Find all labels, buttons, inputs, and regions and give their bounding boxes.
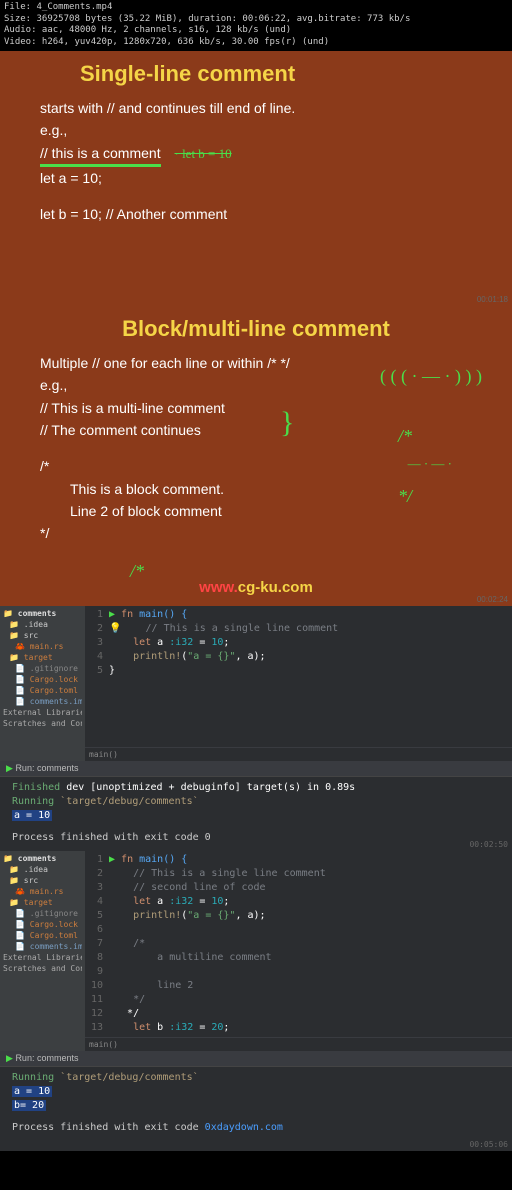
slide1-content: starts with // and continues till end of… bbox=[20, 97, 492, 226]
folder-idea-2[interactable]: 📁 .idea bbox=[3, 864, 82, 875]
folder-target[interactable]: 📁 target bbox=[3, 652, 82, 663]
scribble-bracket: } bbox=[280, 406, 294, 440]
run2-header[interactable]: ▶ Run: comments bbox=[0, 1051, 512, 1066]
file-cargo-lock[interactable]: 📄 Cargo.lock bbox=[3, 674, 82, 685]
run1-exit: Process finished with exit code 0 bbox=[12, 831, 500, 845]
file-cargo-toml-2[interactable]: 📄 Cargo.toml bbox=[3, 930, 82, 941]
scratches-2[interactable]: Scratches and Con bbox=[3, 963, 82, 974]
file-gitignore[interactable]: 📄 .gitignore bbox=[3, 663, 82, 674]
scribble-dash: — · — · bbox=[408, 456, 452, 472]
slide1-timestamp: 00:01:18 bbox=[477, 295, 508, 304]
ide1-gutter: 12345 bbox=[89, 608, 109, 745]
slide1-line2: e.g., bbox=[40, 119, 492, 141]
ide-panel-2: 📁 comments 📁 .idea 📁 src 🦀 main.rs 📁 tar… bbox=[0, 851, 512, 1051]
slide1-line1: starts with // and continues till end of… bbox=[40, 97, 492, 119]
ide2-gutter: 12345678910111213 bbox=[89, 853, 109, 1035]
run2-output2: b= 20 bbox=[12, 1100, 46, 1111]
ide-panel-1: 📁 comments 📁 .idea 📁 src 🦀 main.rs 📁 tar… bbox=[0, 606, 512, 761]
run1-timestamp: 00:02:50 bbox=[469, 840, 508, 849]
slide2-title: Block/multi-line comment bbox=[20, 316, 492, 342]
ide2-editor[interactable]: 12345678910111213 ▶ fn main() { // This … bbox=[85, 851, 512, 1037]
watermark-yellow: cg-ku.com bbox=[238, 579, 313, 596]
slide2-line7: Line 2 of block comment bbox=[40, 500, 492, 522]
run2-timestamp: 00:05:06 bbox=[469, 1140, 508, 1149]
slide2-line6: This is a block comment. bbox=[40, 478, 492, 500]
slide1-title: Single-line comment bbox=[20, 61, 492, 87]
folder-src-2[interactable]: 📁 src bbox=[3, 875, 82, 886]
ide1-code[interactable]: ▶ fn main() { 💡 // This is a single line… bbox=[109, 608, 508, 745]
file-cargo-lock-2[interactable]: 📄 Cargo.lock bbox=[3, 919, 82, 930]
run2-exit: Process finished with exit code 0xdaydow… bbox=[12, 1121, 500, 1135]
run-icon: ▶ bbox=[6, 763, 13, 773]
slide2-watermark: www.cg-ku.com bbox=[0, 575, 512, 600]
scribble-parens: ( ( ( · — · ) ) ) bbox=[380, 366, 482, 387]
slide1-line4: let a = 10; bbox=[40, 167, 492, 189]
run1-output: a = 10 bbox=[12, 810, 52, 821]
meta-video: Video: h264, yuv420p, 1280x720, 636 kb/s… bbox=[4, 37, 508, 49]
run1-panel: Finished dev [unoptimized + debuginfo] t… bbox=[0, 776, 512, 851]
file-cargo-toml[interactable]: 📄 Cargo.toml bbox=[3, 685, 82, 696]
meta-file: File: 4_Comments.mp4 bbox=[4, 2, 508, 14]
meta-size: Size: 36925708 bytes (35.22 MiB), durati… bbox=[4, 14, 508, 26]
ide2-breadcrumb: main() bbox=[85, 1037, 512, 1051]
bottom-watermark: 0xdaydown.com bbox=[205, 1122, 283, 1133]
file-main-rs-2[interactable]: 🦀 main.rs bbox=[3, 886, 82, 897]
scribble-star1: /* bbox=[398, 426, 412, 447]
scribble-star2: */ bbox=[398, 486, 412, 507]
slide-block-comment: Block/multi-line comment Multiple // one… bbox=[0, 306, 512, 606]
meta-audio: Audio: aac, 48000 Hz, 2 channels, s16, 1… bbox=[4, 25, 508, 37]
slide2-timestamp: 00:02:24 bbox=[477, 595, 508, 604]
slide2-line3: // This is a multi-line comment bbox=[40, 397, 492, 419]
slide2-line8: */ bbox=[40, 522, 492, 544]
file-main-rs[interactable]: 🦀 main.rs bbox=[3, 641, 82, 652]
run-icon-2: ▶ bbox=[6, 1053, 13, 1063]
project-root-2[interactable]: 📁 comments bbox=[3, 853, 82, 864]
run1-header[interactable]: ▶ Run: comments bbox=[0, 761, 512, 776]
ide2-code[interactable]: ▶ fn main() { // This is a single line c… bbox=[109, 853, 508, 1035]
folder-target-2[interactable]: 📁 target bbox=[3, 897, 82, 908]
slide1-line3: // this is a comment bbox=[40, 142, 161, 167]
file-iml-2[interactable]: 📄 comments.iml bbox=[3, 941, 82, 952]
external-libraries[interactable]: External Libraries bbox=[3, 707, 82, 718]
ide1-editor[interactable]: 12345 ▶ fn main() { 💡 // This is a singl… bbox=[85, 606, 512, 747]
slide1-line5: let b = 10; // Another comment bbox=[40, 203, 492, 225]
slide1-scribble: · let b = 10 bbox=[174, 146, 231, 161]
run2-panel: Running `target/debug/comments` a = 10 b… bbox=[0, 1066, 512, 1151]
file-iml[interactable]: 📄 comments.iml bbox=[3, 696, 82, 707]
slide-single-line-comment: Single-line comment starts with // and c… bbox=[0, 51, 512, 306]
folder-idea[interactable]: 📁 .idea bbox=[3, 619, 82, 630]
scratches[interactable]: Scratches and Con bbox=[3, 718, 82, 729]
file-gitignore-2[interactable]: 📄 .gitignore bbox=[3, 908, 82, 919]
external-libraries-2[interactable]: External Libraries bbox=[3, 952, 82, 963]
slide2-line4: // The comment continues bbox=[40, 419, 492, 441]
watermark-red: www. bbox=[199, 579, 238, 596]
folder-src[interactable]: 📁 src bbox=[3, 630, 82, 641]
ide2-sidebar[interactable]: 📁 comments 📁 .idea 📁 src 🦀 main.rs 📁 tar… bbox=[0, 851, 85, 1051]
run2-output1: a = 10 bbox=[12, 1086, 52, 1097]
file-metadata: File: 4_Comments.mp4 Size: 36925708 byte… bbox=[0, 0, 512, 51]
ide1-breadcrumb: main() bbox=[85, 747, 512, 761]
ide1-sidebar[interactable]: 📁 comments 📁 .idea 📁 src 🦀 main.rs 📁 tar… bbox=[0, 606, 85, 761]
project-root[interactable]: 📁 comments bbox=[3, 608, 82, 619]
